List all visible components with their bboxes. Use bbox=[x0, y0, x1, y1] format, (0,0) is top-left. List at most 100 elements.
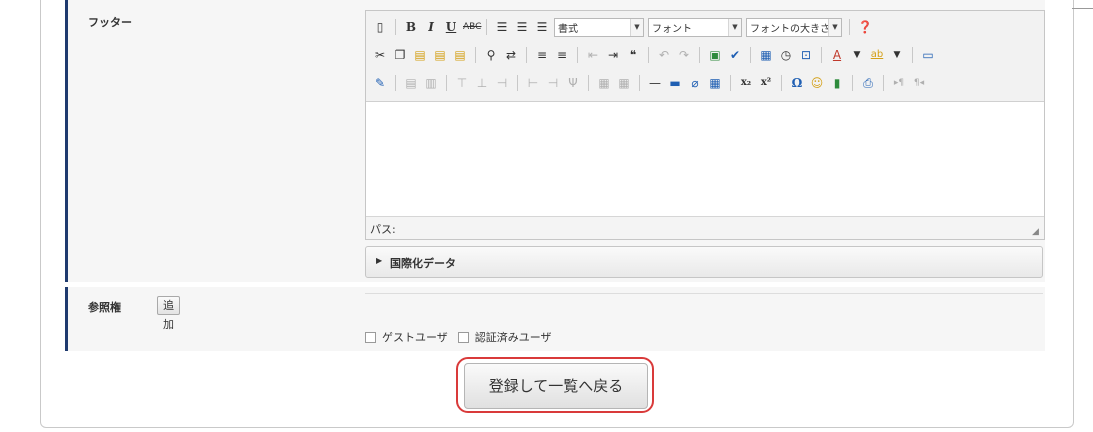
table-col-icon[interactable]: ▥ bbox=[423, 75, 439, 91]
numbered-list-icon[interactable]: ≡ bbox=[534, 47, 550, 63]
horizontal-rule-icon[interactable]: — bbox=[647, 75, 663, 91]
authenticated-user-checkbox[interactable] bbox=[457, 331, 469, 343]
i18n-toggle[interactable]: ▶ 国際化データ bbox=[365, 246, 1043, 278]
split-cells-icon[interactable]: ▦ bbox=[616, 75, 632, 91]
table-row-icon[interactable]: ▤ bbox=[403, 75, 419, 91]
italic-button[interactable]: I bbox=[423, 19, 439, 35]
i18n-label: 国際化データ bbox=[390, 257, 456, 270]
strikethrough-button[interactable]: ABC bbox=[463, 19, 481, 35]
format-select[interactable]: 書式 ▼ bbox=[554, 17, 644, 37]
new-page-icon[interactable]: ▯ bbox=[372, 19, 388, 35]
table-icon[interactable]: ▦ bbox=[707, 75, 723, 91]
copy-icon[interactable]: ❐ bbox=[392, 47, 408, 63]
insert-col-before-icon[interactable]: ⊢ bbox=[525, 75, 541, 91]
align-left-icon[interactable]: ☰ bbox=[494, 19, 510, 35]
insert-row-after-icon[interactable]: ⊥ bbox=[474, 75, 490, 91]
superscript-button[interactable]: x² bbox=[758, 75, 774, 91]
editor-toolbar: ▯ B I U ABC ☰ ☰ ☰ 書式 ▼ フォント ▼ フォントの大きさ ▼… bbox=[366, 11, 1044, 102]
footer-row: フッター ▯ B I U ABC ☰ ☰ ☰ 書式 ▼ フォント ▼ フォントの… bbox=[65, 0, 1045, 282]
ltr-icon[interactable]: ▸¶ bbox=[891, 75, 907, 91]
align-right-icon[interactable]: ☰ bbox=[534, 19, 550, 35]
toolbar-separator bbox=[648, 47, 649, 63]
toolbar-separator bbox=[577, 47, 578, 63]
chevron-down-icon: ▼ bbox=[630, 18, 643, 36]
rich-text-editor: ▯ B I U ABC ☰ ☰ ☰ 書式 ▼ フォント ▼ フォントの大きさ ▼… bbox=[365, 10, 1045, 240]
chevron-down-icon: ▼ bbox=[828, 18, 841, 36]
top-rule bbox=[1072, 8, 1093, 9]
background-color-button[interactable]: ab bbox=[869, 47, 885, 63]
ref-label-cell: 参照権 追加 bbox=[65, 287, 358, 351]
insert-col-after-icon[interactable]: ⊣ bbox=[545, 75, 561, 91]
paste-icon[interactable]: ▤ bbox=[412, 47, 428, 63]
toolbar-separator bbox=[395, 75, 396, 91]
editor-content-area[interactable] bbox=[366, 102, 1044, 212]
replace-icon[interactable]: ⇄ bbox=[503, 47, 519, 63]
source-icon[interactable]: ▭ bbox=[920, 47, 936, 63]
help-icon[interactable]: ❓ bbox=[857, 19, 873, 35]
font-size-select-value: フォントの大きさ bbox=[750, 23, 828, 35]
bulleted-list-icon[interactable]: ≡ bbox=[554, 47, 570, 63]
outdent-icon[interactable]: ⇤ bbox=[585, 47, 601, 63]
text-color-dropdown-icon[interactable]: ▼ bbox=[849, 47, 865, 63]
time-icon[interactable]: ◷ bbox=[778, 47, 794, 63]
cut-icon[interactable]: ✂ bbox=[372, 47, 388, 63]
rtl-icon[interactable]: ¶◂ bbox=[911, 75, 927, 91]
expand-triangle-icon: ▶ bbox=[376, 256, 383, 265]
ref-label: 参照権 追加 bbox=[88, 296, 180, 331]
print-icon[interactable]: ⎙ bbox=[860, 75, 876, 91]
path-label: パス: bbox=[370, 223, 396, 236]
insert-row-before-icon[interactable]: ⊤ bbox=[454, 75, 470, 91]
chevron-down-icon: ▼ bbox=[728, 18, 741, 36]
toolbar-separator bbox=[912, 47, 913, 63]
edit-icon[interactable]: ✎ bbox=[372, 75, 388, 91]
find-icon[interactable]: ⚲ bbox=[483, 47, 499, 63]
subscript-button[interactable]: x₂ bbox=[738, 75, 754, 91]
redo-icon[interactable]: ↷ bbox=[676, 47, 692, 63]
image-icon[interactable]: ▣ bbox=[707, 47, 723, 63]
indent-icon[interactable]: ⇥ bbox=[605, 47, 621, 63]
guest-user-label: ゲストユーザ bbox=[382, 331, 448, 344]
font-select-value: フォント bbox=[652, 23, 692, 35]
date-icon[interactable]: ▦ bbox=[758, 47, 774, 63]
line-icon[interactable]: ▬ bbox=[667, 75, 683, 91]
media-icon[interactable]: ▮ bbox=[829, 75, 845, 91]
submit-back-to-list-button[interactable]: 登録して一覧へ戻る bbox=[464, 363, 648, 409]
special-char-button[interactable]: Ω bbox=[789, 75, 805, 91]
preview-icon[interactable]: ⊡ bbox=[798, 47, 814, 63]
toolbar-separator bbox=[446, 75, 447, 91]
font-select[interactable]: フォント ▼ bbox=[648, 17, 742, 37]
toolbar-separator bbox=[639, 75, 640, 91]
paste-word-icon[interactable]: ▤ bbox=[452, 47, 468, 63]
delete-row-icon[interactable]: ⊣ bbox=[494, 75, 510, 91]
footer-label-cell: フッター bbox=[65, 0, 358, 282]
toolbar-separator bbox=[781, 75, 782, 91]
blockquote-icon[interactable]: ❝ bbox=[625, 47, 641, 63]
bold-button[interactable]: B bbox=[403, 19, 419, 35]
paste-text-icon[interactable]: ▤ bbox=[432, 47, 448, 63]
add-button[interactable]: 追加 bbox=[157, 296, 180, 331]
font-size-select[interactable]: フォントの大きさ ▼ bbox=[746, 17, 842, 37]
spellcheck-icon[interactable]: ✔ bbox=[727, 47, 743, 63]
delete-col-icon[interactable]: Ψ bbox=[565, 75, 581, 91]
toolbar-separator bbox=[588, 75, 589, 91]
toolbar-separator bbox=[475, 47, 476, 63]
toolbar-separator bbox=[699, 47, 700, 63]
ref-label-text: 参照権 bbox=[88, 301, 121, 314]
toolbar-separator bbox=[849, 19, 850, 35]
guest-user-checkbox[interactable] bbox=[365, 331, 376, 343]
toolbar-separator bbox=[486, 19, 487, 35]
resize-grip-icon[interactable]: ◢ bbox=[1032, 227, 1042, 237]
smiley-icon[interactable]: ☺ bbox=[809, 75, 825, 91]
merge-cells-icon[interactable]: ▦ bbox=[596, 75, 612, 91]
toolbar-row-3: ✎ ▤ ▥ ⊤ ⊥ ⊣ ⊢ ⊣ Ψ ▦ ▦ — ▬ ⌀ ▦ x₂ x² Ω ☺ … bbox=[372, 71, 927, 95]
background-color-dropdown-icon[interactable]: ▼ bbox=[889, 47, 905, 63]
eraser-icon[interactable]: ⌀ bbox=[687, 75, 703, 91]
align-center-icon[interactable]: ☰ bbox=[514, 19, 530, 35]
toolbar-separator bbox=[852, 75, 853, 91]
editor-status-bar: パス: ◢ bbox=[366, 216, 1044, 239]
text-color-button[interactable]: A bbox=[829, 47, 845, 63]
undo-icon[interactable]: ↶ bbox=[656, 47, 672, 63]
underline-button[interactable]: U bbox=[443, 19, 459, 35]
authenticated-user-label: 認証済みユーザ bbox=[474, 331, 552, 344]
toolbar-separator bbox=[517, 75, 518, 91]
